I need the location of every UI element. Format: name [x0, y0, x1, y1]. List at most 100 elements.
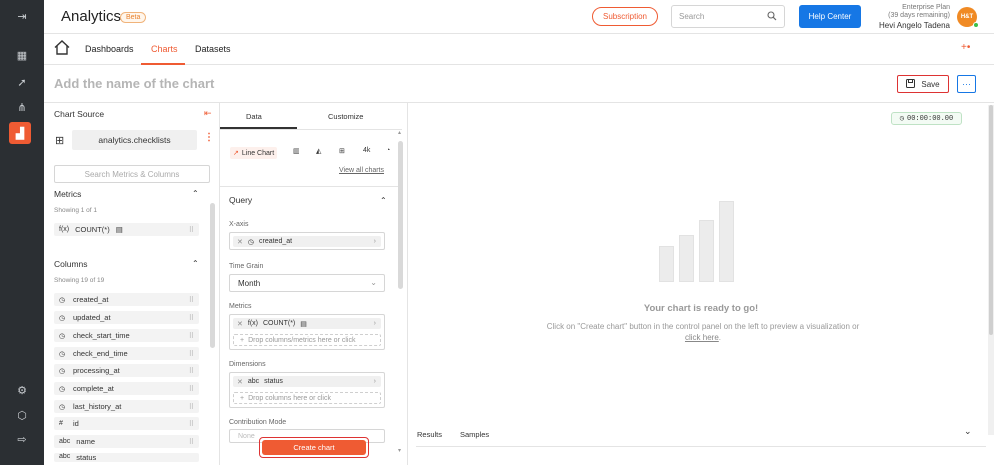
subscription-button[interactable]: Subscription: [592, 7, 658, 26]
drop-zone-text: Drop columns here or click: [248, 394, 331, 402]
remove-icon[interactable]: ✕: [237, 320, 243, 328]
dimension-pill[interactable]: ✕ abc status ›: [233, 376, 381, 387]
results-collapse-icon[interactable]: ⌄: [964, 426, 972, 437]
view-all-charts-link[interactable]: View all charts: [339, 167, 384, 174]
dashboard-grid-icon[interactable]: ▦: [0, 45, 44, 65]
rocket-icon[interactable]: ➚: [0, 72, 44, 92]
drag-handle-icon[interactable]: ⠿: [189, 296, 194, 304]
drag-handle-icon[interactable]: ⠿: [189, 438, 194, 446]
chevron-right-icon[interactable]: ›: [374, 320, 376, 327]
gear-icon[interactable]: ⚙: [0, 380, 44, 400]
drag-handle-icon[interactable]: ⠿: [189, 314, 194, 322]
metrics-collapse-icon[interactable]: ⌃: [192, 189, 199, 198]
chart-ready-description: Click on "Create chart" button in the co…: [518, 321, 888, 343]
dimension-value: status: [264, 378, 283, 385]
metrics-field[interactable]: ✕ f(x) COUNT(*) ▤ › + Drop columns/metri…: [229, 314, 385, 350]
column-item[interactable]: abc status: [54, 453, 199, 462]
clock-icon: ◷: [59, 296, 66, 304]
section-divider: [220, 186, 402, 187]
remove-icon[interactable]: ✕: [237, 378, 243, 386]
dimensions-field[interactable]: ✕ abc status › + Drop columns here or cl…: [229, 372, 385, 408]
preview-scrollbar-thumb[interactable]: [989, 105, 993, 335]
clock-icon: ◷: [59, 403, 66, 411]
chart-type-area[interactable]: ◭: [316, 147, 321, 155]
column-item[interactable]: ◷ processing_at ⠿: [54, 364, 199, 377]
column-name: updated_at: [73, 313, 111, 322]
drag-handle-icon[interactable]: ⠿: [189, 420, 194, 428]
preview-scrollbar[interactable]: [988, 105, 994, 435]
hierarchy-icon[interactable]: ⋔: [0, 97, 44, 117]
columns-collapse-icon[interactable]: ⌃: [192, 259, 199, 268]
column-item[interactable]: # id ⠿: [54, 417, 199, 430]
drag-handle-icon[interactable]: ⠿: [189, 385, 194, 393]
click-here-link[interactable]: click here: [685, 333, 719, 342]
remove-icon[interactable]: ✕: [237, 238, 243, 246]
add-chart-button[interactable]: +•: [961, 42, 970, 53]
drag-handle-icon[interactable]: ⠿: [189, 332, 194, 340]
tab-results[interactable]: Results: [417, 430, 442, 439]
drag-handle-icon[interactable]: ⠿: [189, 367, 194, 375]
column-item[interactable]: ◷ check_end_time ⠿: [54, 347, 199, 360]
column-item[interactable]: ◷ updated_at ⠿: [54, 311, 199, 324]
chart-type-line[interactable]: ↗ Line Chart: [230, 147, 278, 159]
control-scrollbar[interactable]: [398, 141, 403, 289]
drag-handle-icon[interactable]: ⠿: [189, 403, 194, 411]
column-name: check_start_time: [73, 331, 130, 340]
chevron-right-icon[interactable]: ›: [374, 378, 376, 385]
tab-samples[interactable]: Samples: [460, 430, 489, 439]
dataset-selector[interactable]: analytics.checklists: [72, 130, 197, 150]
global-search-input[interactable]: Search: [671, 5, 785, 28]
time-grain-select[interactable]: Month ⌄: [229, 274, 385, 292]
drag-handle-icon[interactable]: ⠿: [189, 350, 194, 358]
create-chart-button[interactable]: Create chart: [259, 437, 369, 458]
scroll-down-icon[interactable]: ▾: [398, 447, 401, 454]
string-type-icon: abc: [59, 453, 71, 460]
chart-type-table[interactable]: ⊞: [339, 147, 345, 155]
source-scrollbar[interactable]: [210, 203, 215, 348]
ready-description-text: Click on "Create chart" button in the co…: [546, 322, 860, 331]
left-rail: ⇥ ▦ ➚ ⋔ ▟ ⚙ ⬡ ⇨: [0, 0, 44, 465]
metric-pill[interactable]: ✕ f(x) COUNT(*) ▤ ›: [233, 318, 381, 329]
collapse-panel-icon[interactable]: ⇤: [204, 108, 212, 119]
xaxis-field[interactable]: ✕ ◷ created_at ›: [229, 232, 385, 250]
column-item[interactable]: ◷ last_history_at ⠿: [54, 400, 199, 413]
more-options-button[interactable]: ···: [957, 75, 976, 93]
tab-datasets[interactable]: Datasets: [195, 44, 231, 54]
timer-icon: ◷: [899, 115, 904, 123]
tab-customize[interactable]: Customize: [328, 112, 363, 121]
dimensions-drop-zone[interactable]: + Drop columns here or click: [233, 392, 381, 404]
column-item[interactable]: ◷ complete_at ⠿: [54, 382, 199, 395]
logout-icon[interactable]: ⇨: [0, 429, 44, 449]
xaxis-value: created_at: [258, 238, 293, 245]
charts-icon[interactable]: ▟: [9, 122, 31, 144]
home-icon[interactable]: [54, 40, 70, 59]
cube-icon[interactable]: ⬡: [0, 405, 44, 425]
dataset-menu-icon[interactable]: ⋮: [204, 132, 214, 143]
expand-menu-icon[interactable]: ⇥: [0, 6, 44, 26]
results-divider: [416, 446, 986, 447]
save-button[interactable]: Save: [897, 75, 949, 93]
chart-name-input[interactable]: Add the name of the chart: [54, 76, 214, 91]
user-name[interactable]: Hevi Angelo Tadena: [870, 21, 950, 30]
scroll-up-icon[interactable]: ▴: [398, 129, 401, 136]
column-name: created_at: [73, 295, 109, 304]
help-center-button[interactable]: Help Center: [799, 5, 861, 28]
tab-charts[interactable]: Charts: [151, 44, 178, 54]
column-item[interactable]: abc name ⠿: [54, 435, 199, 448]
chart-type-pie[interactable]: ◔: [386, 147, 390, 154]
search-metrics-columns-input[interactable]: Search Metrics & Columns: [54, 165, 210, 183]
xaxis-pill[interactable]: ✕ ◷ created_at ›: [233, 236, 381, 247]
chevron-right-icon[interactable]: ›: [374, 238, 376, 245]
column-item[interactable]: ◷ check_start_time ⠿: [54, 329, 199, 342]
metric-item[interactable]: f(x) COUNT(*) ▤ ⠿: [54, 223, 199, 236]
column-item[interactable]: ◷ created_at ⠿: [54, 293, 199, 306]
query-collapse-icon[interactable]: ⌃: [380, 196, 387, 205]
nav-bar: Dashboards Charts Datasets +•: [44, 34, 994, 65]
tab-dashboards[interactable]: Dashboards: [85, 44, 134, 54]
chart-type-big-number[interactable]: 4k: [363, 147, 370, 154]
tab-data[interactable]: Data: [246, 112, 262, 121]
drag-handle-icon[interactable]: ⠿: [189, 226, 194, 234]
metrics-drop-zone[interactable]: + Drop columns/metrics here or click: [233, 334, 381, 346]
contribution-label: Contribution Mode: [229, 419, 287, 426]
chart-type-bar[interactable]: ▥: [293, 147, 300, 155]
